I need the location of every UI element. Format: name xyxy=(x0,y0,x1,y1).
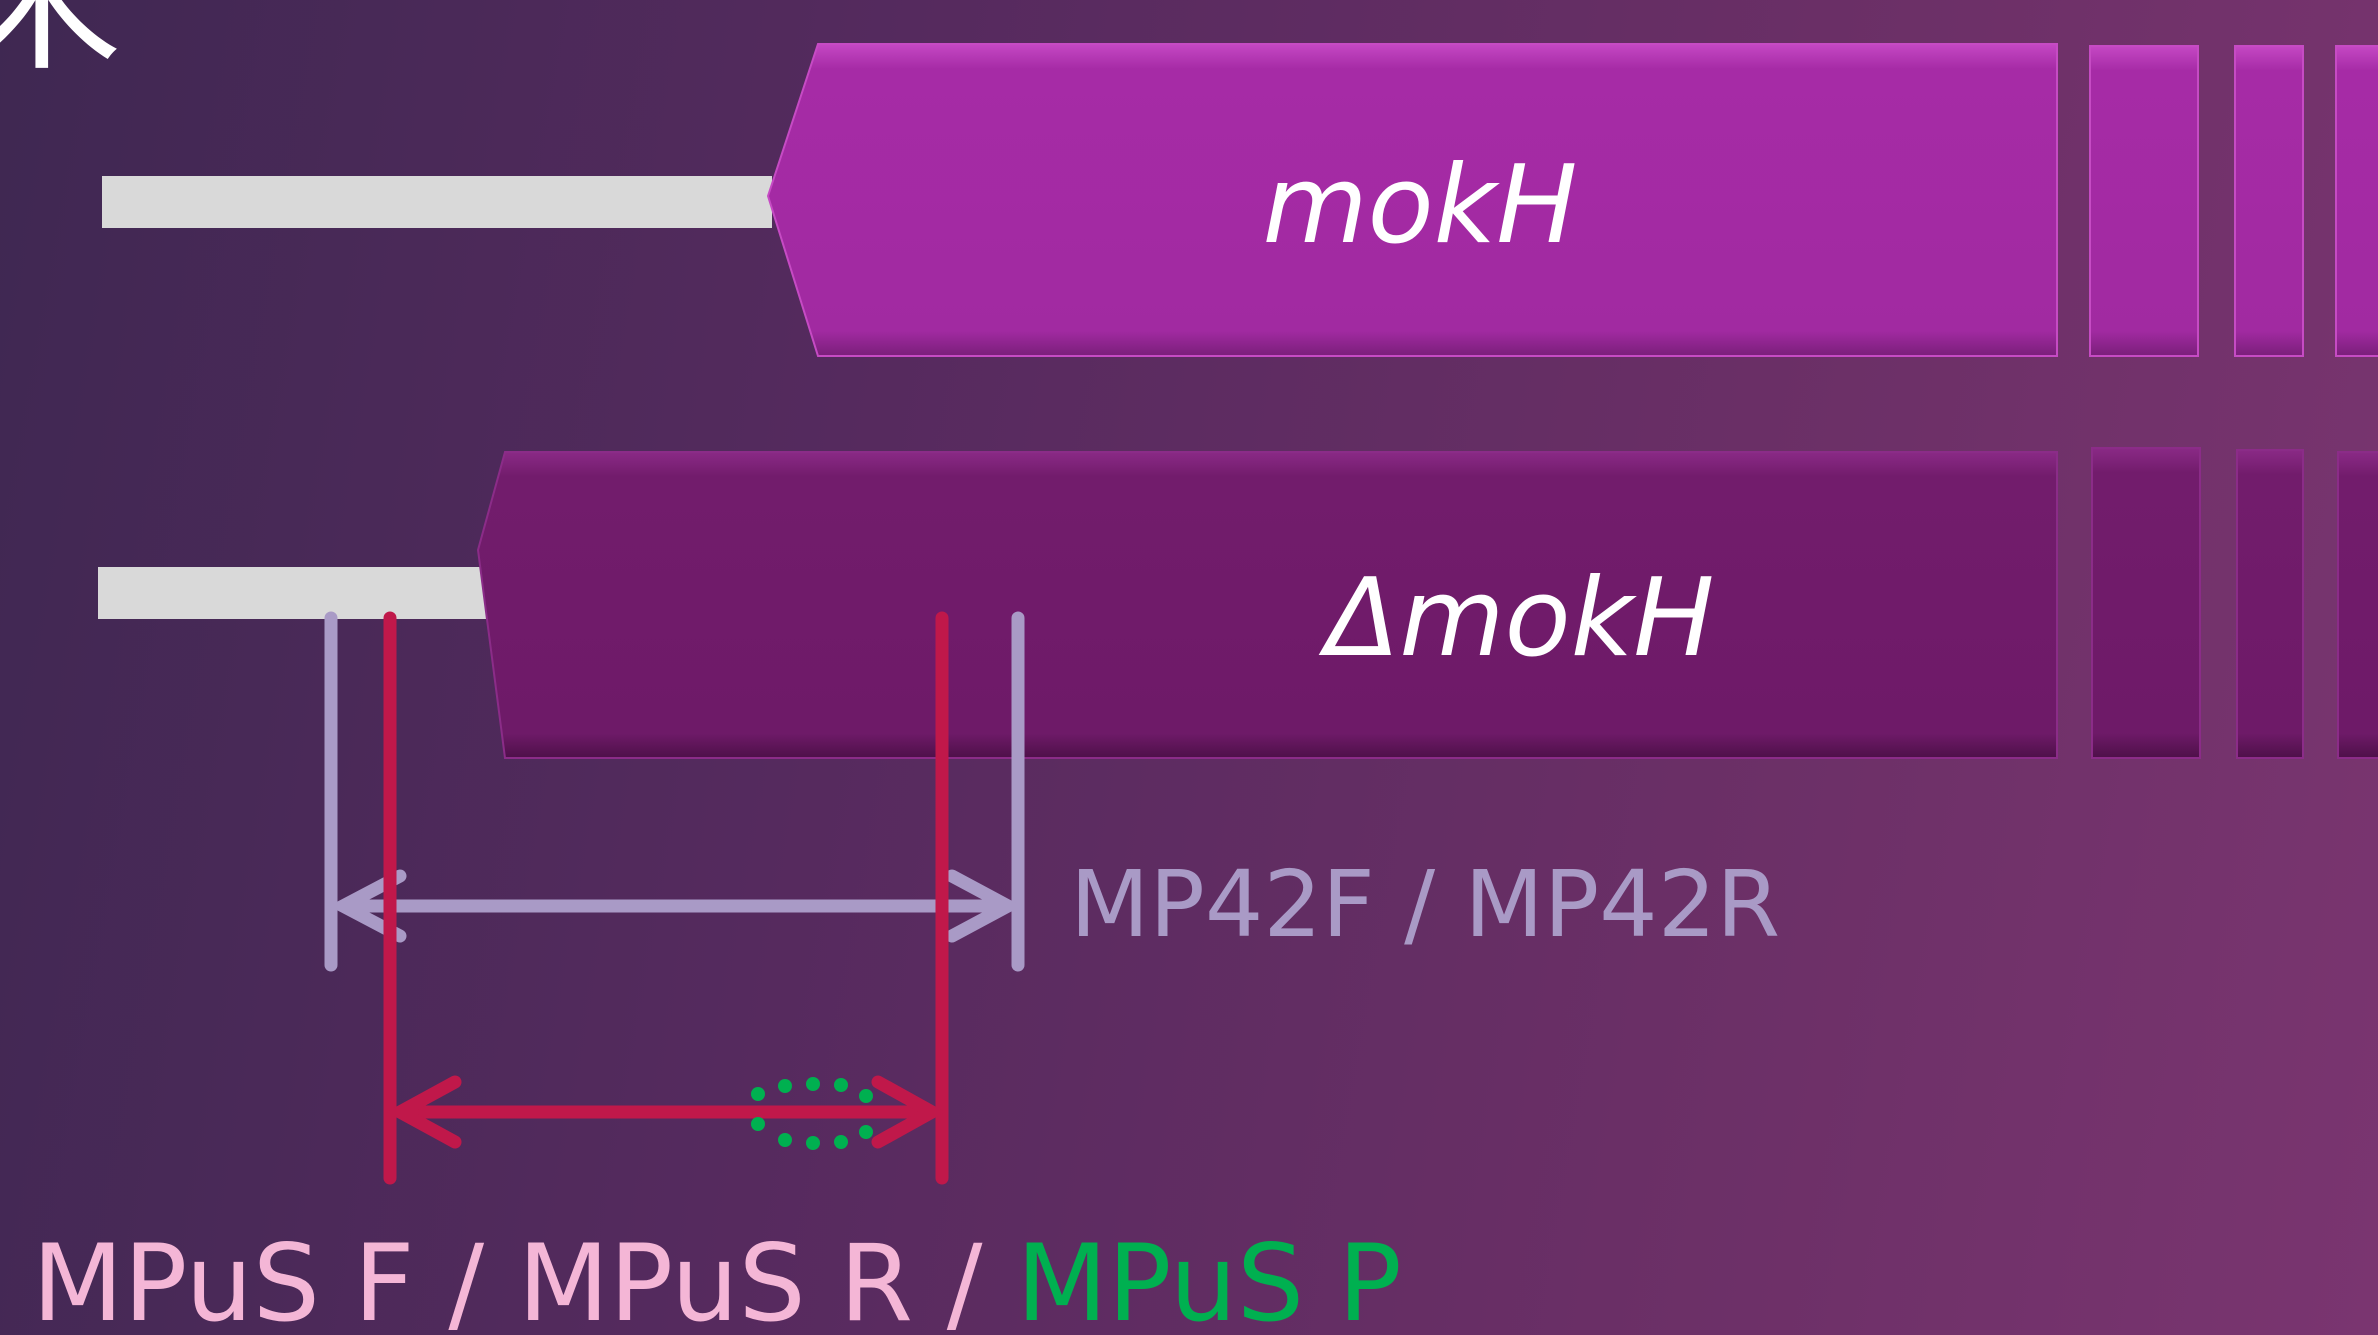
mutant-exon-block xyxy=(2337,451,2378,759)
wildtype-exon-block xyxy=(2335,45,2378,357)
probe-dot xyxy=(778,1133,792,1147)
diagram-canvas: 米 mokH ΔmokH MP42F / MP42R xyxy=(0,0,2378,1335)
inner-primer-label: MPuS F / MPuS R / xyxy=(32,1222,1016,1335)
probe-dot xyxy=(751,1117,765,1131)
wildtype-gene-label: mokH xyxy=(1262,143,1577,268)
inner-primer-probe-label: MPuS F / MPuS R / MPuS P xyxy=(32,1222,1402,1335)
mutant-exon-block xyxy=(2091,447,2201,759)
probe-dot xyxy=(859,1089,873,1103)
probe-dot xyxy=(806,1077,820,1091)
probe-dot xyxy=(778,1079,792,1093)
mutant-upstream-flank xyxy=(98,567,488,619)
probe-dot xyxy=(859,1125,873,1139)
mutant-main-exon xyxy=(476,451,2058,759)
probe-label: MPuS P xyxy=(1016,1222,1402,1335)
wildtype-exon-block xyxy=(2089,45,2199,357)
wildtype-exon-block xyxy=(2234,45,2304,357)
probe-dot xyxy=(751,1087,765,1101)
outer-primer-label: MP42F / MP42R xyxy=(1070,851,1780,958)
wildtype-upstream-flank xyxy=(102,176,772,228)
probe-dot xyxy=(834,1078,848,1092)
mutant-gene-label: ΔmokH xyxy=(1319,556,1715,681)
mutant-exon-block xyxy=(2236,449,2304,759)
probe-dot xyxy=(806,1136,820,1150)
wildtype-gene: mokH xyxy=(102,43,2378,357)
corner-glyph: 米 xyxy=(0,0,122,93)
probe-dot xyxy=(834,1135,848,1149)
mutant-gene: ΔmokH xyxy=(98,447,2378,759)
